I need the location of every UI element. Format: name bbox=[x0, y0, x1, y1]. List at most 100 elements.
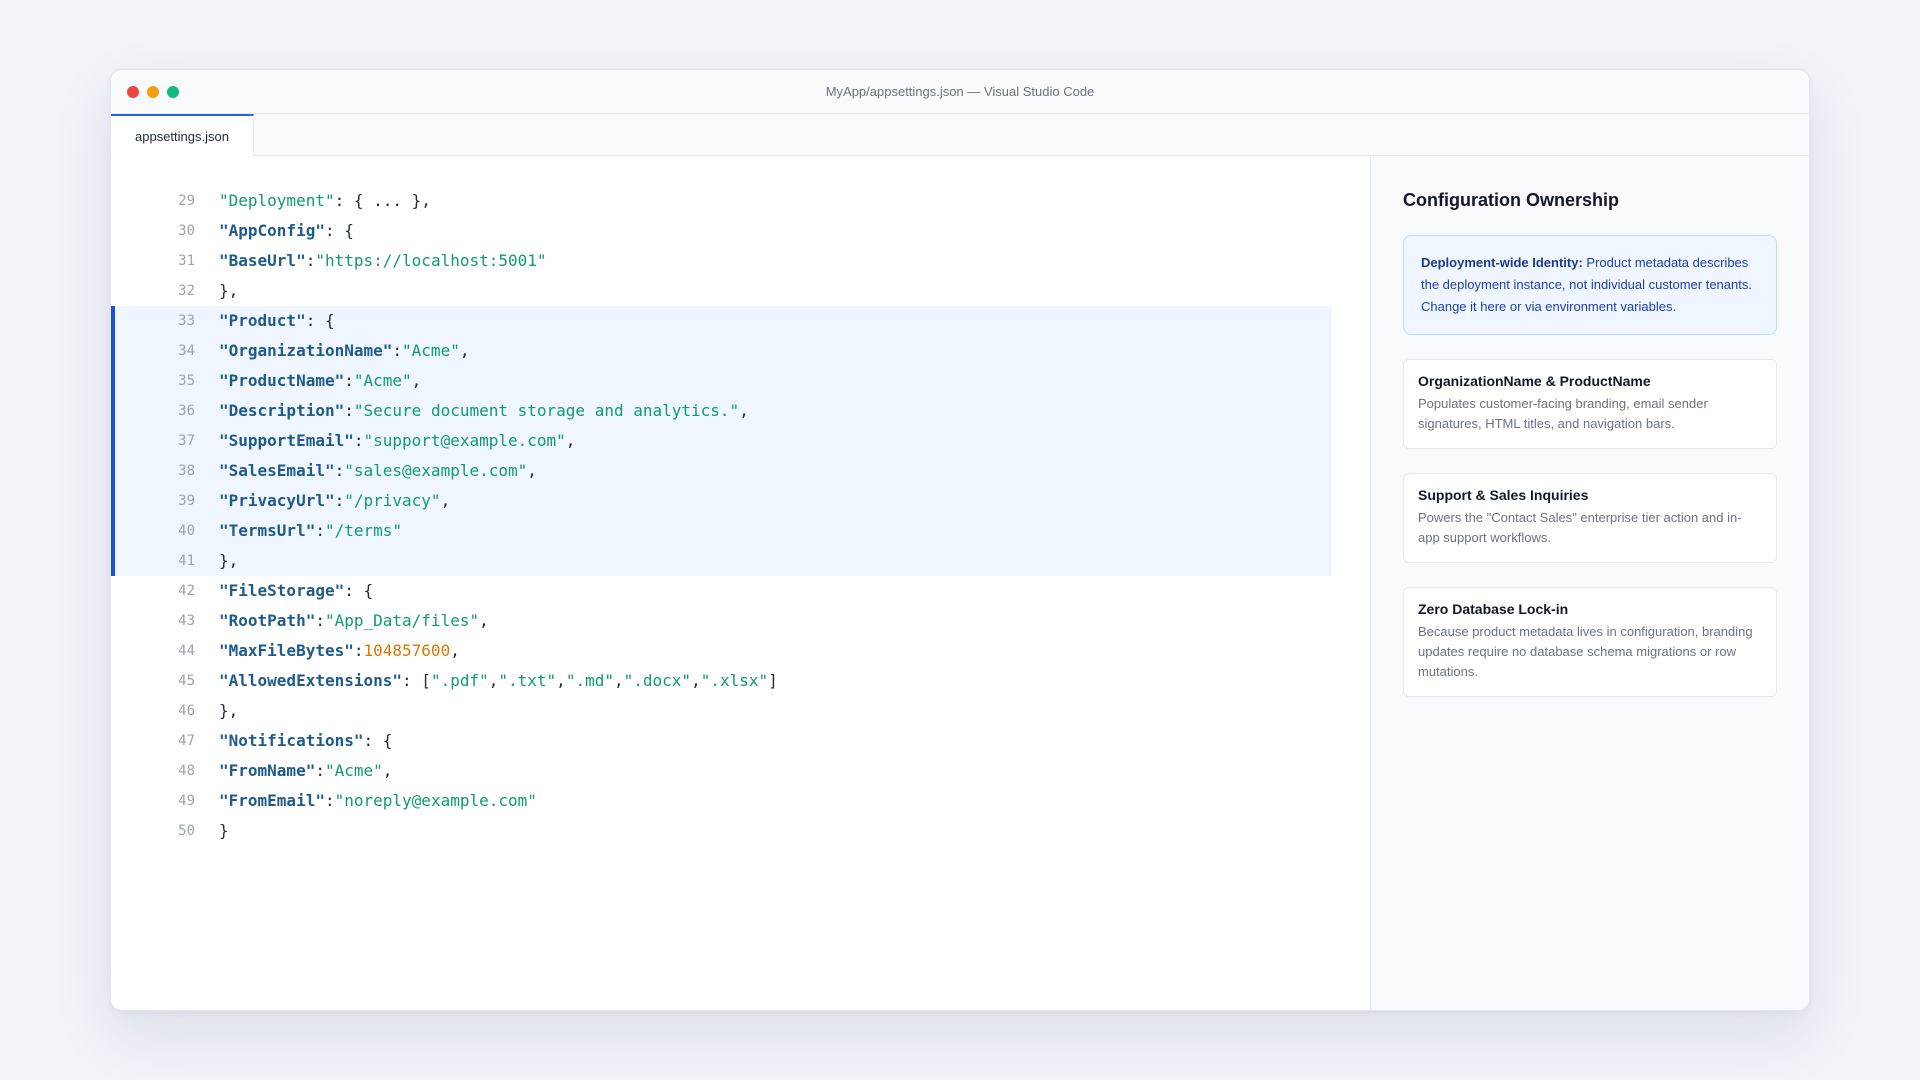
panel-title: Configuration Ownership bbox=[1403, 190, 1619, 210]
line-content: "FromName":"Acme", bbox=[219, 756, 392, 786]
line-number: 30 bbox=[178, 223, 195, 239]
card-description: Because product metadata lives in config… bbox=[1418, 624, 1753, 679]
code-token: , bbox=[488, 671, 499, 690]
code-token: ".xlsx" bbox=[700, 671, 769, 690]
code-token: , bbox=[479, 611, 489, 630]
line-number: 43 bbox=[178, 613, 195, 629]
code-line[interactable]: 34 "OrganizationName":"Acme", bbox=[111, 336, 1331, 366]
line-number: 42 bbox=[178, 583, 195, 599]
code-token: ".pdf" bbox=[430, 671, 489, 690]
line-number: 34 bbox=[178, 343, 195, 359]
line-content: "Deployment": { ... }, bbox=[219, 186, 431, 216]
code-token: "Acme" bbox=[402, 341, 460, 360]
code-token: : bbox=[315, 761, 325, 780]
code-line[interactable]: 46}, bbox=[111, 696, 1331, 726]
line-content: "OrganizationName":"Acme", bbox=[219, 336, 469, 366]
code-line[interactable]: 43 "RootPath":"App_Data/files", bbox=[111, 606, 1331, 636]
code-token: : bbox=[344, 401, 354, 420]
line-number: 46 bbox=[178, 703, 195, 719]
code-line[interactable]: 41}, bbox=[111, 546, 1331, 576]
line-number: 37 bbox=[178, 433, 195, 449]
title-bar: MyApp/appsettings.json — Visual Studio C… bbox=[111, 70, 1809, 114]
code-line[interactable]: 47 "Notifications": { bbox=[111, 726, 1331, 756]
tab-appsettings-json[interactable]: appsettings.json bbox=[111, 114, 254, 156]
line-number: 41 bbox=[178, 553, 195, 569]
line-number: 33 bbox=[178, 313, 195, 329]
code-token: ] bbox=[768, 671, 778, 690]
line-content: "MaxFileBytes":104857600, bbox=[219, 636, 460, 666]
code-lines: 29 "Deployment": { ... }, 30 "AppConfig": {… bbox=[111, 186, 1331, 846]
editor-window: MyApp/appsettings.json — Visual Studio C… bbox=[110, 69, 1810, 1011]
callout-lead: Deployment-wide Identity: bbox=[1421, 255, 1583, 270]
line-number: 29 bbox=[178, 193, 195, 209]
code-line[interactable]: 42 "FileStorage": { bbox=[111, 576, 1331, 606]
line-content: "RootPath":"App_Data/files", bbox=[219, 606, 489, 636]
code-token: "Acme" bbox=[353, 371, 412, 390]
code-line[interactable]: 35 "ProductName":"Acme", bbox=[111, 366, 1331, 396]
code-token: , bbox=[565, 431, 576, 450]
code-line[interactable]: 44 "MaxFileBytes":104857600, bbox=[111, 636, 1331, 666]
code-line[interactable]: 49 "FromEmail":"noreply@example.com" bbox=[111, 786, 1331, 816]
code-token: "/privacy" bbox=[344, 491, 441, 510]
code-line[interactable]: 30 "AppConfig": { bbox=[111, 216, 1331, 246]
line-number: 50 bbox=[178, 823, 195, 839]
line-content: "Notifications": { bbox=[219, 726, 392, 756]
code-line[interactable]: 50} bbox=[111, 816, 1331, 846]
code-line[interactable]: 36 "Description":"Secure document storage… bbox=[111, 396, 1331, 426]
code-line[interactable]: 39 "PrivacyUrl":"/privacy", bbox=[111, 486, 1331, 516]
code-token: "ProductName" bbox=[219, 371, 345, 390]
code-token: ".txt" bbox=[498, 671, 557, 690]
code-token: "MaxFileBytes" bbox=[219, 641, 354, 660]
code-token: "support@example.com" bbox=[363, 431, 566, 450]
info-card: OrganizationName & ProductName Populates… bbox=[1403, 359, 1777, 449]
code-token: : bbox=[315, 611, 325, 630]
line-content: }, bbox=[219, 696, 238, 726]
code-token: : [ bbox=[402, 671, 431, 690]
workbench: 29 "Deployment": { ... }, 30 "AppConfig": {… bbox=[111, 156, 1809, 1010]
tab-bar: appsettings.json bbox=[111, 114, 1809, 156]
code-token: }, bbox=[219, 701, 239, 720]
code-line[interactable]: 31 "BaseUrl":"https://localhost:5001" bbox=[111, 246, 1331, 276]
code-token: , bbox=[450, 641, 460, 660]
code-token: }, bbox=[219, 281, 239, 300]
code-token: "SalesEmail" bbox=[219, 461, 335, 480]
code-token: : { bbox=[324, 221, 354, 240]
code-token: : bbox=[353, 641, 364, 660]
code-token: , bbox=[527, 461, 537, 480]
code-token: : { ... }, bbox=[334, 191, 431, 210]
code-line[interactable]: 29 "Deployment": { ... }, bbox=[111, 186, 1331, 216]
code-token: "FileStorage" bbox=[219, 581, 345, 600]
line-content: "ProductName":"Acme", bbox=[219, 366, 421, 396]
line-number: 40 bbox=[178, 523, 195, 539]
code-line[interactable]: 38 "SalesEmail":"sales@example.com", bbox=[111, 456, 1331, 486]
line-content: "Product": { bbox=[219, 306, 335, 336]
code-line[interactable]: 37 "SupportEmail":"support@example.com", bbox=[111, 426, 1331, 456]
code-token: : { bbox=[344, 581, 374, 600]
code-token: "PrivacyUrl" bbox=[219, 491, 335, 510]
line-content: "SupportEmail":"support@example.com", bbox=[219, 426, 575, 456]
code-token: 104857600 bbox=[363, 641, 451, 660]
code-token: "Secure document storage and analytics." bbox=[353, 401, 740, 420]
line-content: "PrivacyUrl":"/privacy", bbox=[219, 486, 450, 516]
code-token: ".md" bbox=[565, 671, 614, 690]
code-token: "FromEmail" bbox=[219, 791, 325, 810]
code-line[interactable]: 45 "AllowedExtensions": [".pdf",".txt",".… bbox=[111, 666, 1331, 696]
code-token: , bbox=[556, 671, 566, 690]
code-line[interactable]: 32}, bbox=[111, 276, 1331, 306]
code-token: : bbox=[392, 341, 403, 360]
code-line[interactable]: 40 "TermsUrl":"/terms" bbox=[111, 516, 1331, 546]
code-token: "AppConfig" bbox=[219, 221, 325, 240]
code-token: : bbox=[324, 791, 335, 810]
code-editor[interactable]: 29 "Deployment": { ... }, 30 "AppConfig": {… bbox=[111, 156, 1371, 1010]
line-content: }, bbox=[219, 276, 238, 306]
code-token: "BaseUrl" bbox=[219, 251, 306, 270]
code-token: , bbox=[411, 371, 422, 390]
code-line[interactable]: 48 "FromName":"Acme", bbox=[111, 756, 1331, 786]
card-title: Zero Database Lock-in bbox=[1418, 601, 1569, 617]
code-token: "sales@example.com" bbox=[344, 461, 528, 480]
line-content: "FileStorage": { bbox=[219, 576, 373, 606]
line-content: } bbox=[219, 816, 229, 846]
code-token: "Product" bbox=[219, 311, 306, 330]
code-token: "Deployment" bbox=[219, 191, 335, 210]
code-line[interactable]: 33 "Product": { bbox=[111, 306, 1331, 336]
